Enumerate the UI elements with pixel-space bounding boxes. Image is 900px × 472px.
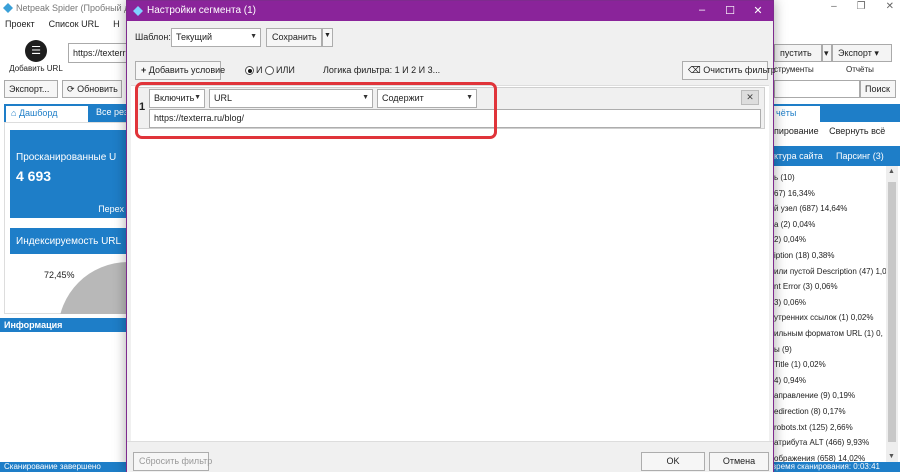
app-menu: Проект Список URL Н [0,16,120,32]
logic-or-label: ИЛИ [276,65,295,75]
logic-and-radio[interactable] [245,66,254,75]
save-dropdown[interactable]: ▼ [322,28,333,47]
tab-all-results[interactable]: Все рез [96,107,128,117]
template-label: Шаблон: [135,32,171,42]
issue-list-item[interactable]: ы (9) [774,342,886,358]
crawled-urls-card: Просканированные U 4 693 Перех [10,130,128,218]
tab-parsing[interactable]: Парсинг (3) [836,151,884,161]
issue-list-item[interactable]: ильным форматом URL (1) 0, [774,326,886,342]
refresh-icon: ⟳ [67,84,75,94]
add-url-button[interactable]: ☰ Добавить URL [8,40,64,73]
minimize-icon[interactable]: – [831,1,837,12]
crawled-urls-link[interactable]: Перех [98,204,124,214]
issue-list-item[interactable]: 2) 0,04% [774,232,886,248]
start-dropdown[interactable]: ▾ [822,44,832,62]
dialog-maximize-icon[interactable]: ☐ [723,4,737,17]
app-logo-icon [133,6,143,16]
add-condition-button[interactable]: + Добавить условие [135,61,225,80]
issue-list-item[interactable]: аправление (9) 0,19% [774,388,886,404]
pie-percent: 72,45% [44,270,75,280]
collapse-all-button[interactable]: Свернуть всё [829,126,885,136]
crawled-urls-label: Просканированные U [16,152,117,163]
reset-filter-button[interactable]: Сбросить фильтр [133,452,212,471]
app-logo-icon [3,3,13,13]
crawled-urls-value: 4 693 [16,168,52,184]
save-button[interactable]: Сохранить [266,28,322,47]
scroll-thumb[interactable] [888,182,896,442]
refresh-button[interactable]: ⟳ Обновить [62,80,122,98]
menu-project[interactable]: Проект [5,19,35,29]
issues-scrollbar[interactable]: ▲ ▼ [886,166,898,462]
indexability-label: Индексируемость URL [16,236,122,247]
tab-site-structure[interactable]: ктура сайта [774,151,823,161]
scroll-up-icon[interactable]: ▲ [888,168,895,175]
url-input[interactable]: https://texterr [68,43,128,63]
issue-list-item[interactable]: или пустой Description (47) 1,0 [774,264,886,280]
issue-list-item[interactable]: Title (1) 0,02% [774,357,886,373]
logic-or-radio[interactable] [265,66,274,75]
tab-reports[interactable]: чёты [774,106,820,122]
export-main-button[interactable]: Экспорт ▾ [832,44,892,62]
start-button[interactable]: пустить [774,44,822,62]
status-text: Сканирование завершено [4,462,101,471]
dialog-close-icon[interactable]: ✕ [751,4,765,17]
filter-logic-label: Логика фильтра: 1 И 2 И 3... [323,65,441,75]
issue-list-item[interactable]: edirection (8) 0,17% [774,404,886,420]
issue-list-item[interactable]: ь (10) [774,170,886,186]
right-subtabs: ктура сайта Парсинг (3) [774,146,900,166]
close-icon[interactable]: ✕ [886,1,894,12]
issue-list-item[interactable]: 3) 0,06% [774,295,886,311]
issue-list-item[interactable]: nt Error (3) 0,06% [774,279,886,295]
clear-filter-button[interactable]: ⌫ Очистить фильтр [682,61,776,80]
tab-dashboard[interactable]: ⌂ Дашборд [6,106,88,122]
dialog-title: Настройки сегмента (1) [147,5,257,16]
issue-list-item[interactable]: iption (18) 0,38% [774,248,886,264]
segment-settings-dialog: Настройки сегмента (1) – ☐ ✕ Шаблон: Тек… [126,0,776,472]
eraser-icon: ⌫ [688,65,701,75]
logic-and-label: И [256,65,263,75]
list-icon: ☰ [25,40,47,62]
issue-list-item[interactable]: 4) 0,94% [774,373,886,389]
scroll-down-icon[interactable]: ▼ [888,453,895,460]
restore-icon[interactable]: ❐ [857,1,866,12]
export-button[interactable]: Экспорт... [4,80,58,98]
status-time: время сканирования: 0:03:41 [771,462,880,471]
search-button[interactable]: Поиск [860,80,896,98]
right-panel-tabs: чёты [774,104,900,122]
left-tabs: ⌂ Дашборд Все рез [4,104,128,122]
indexability-card: Индексируемость URL [10,228,128,254]
app-title: Netpeak Spider (Пробный дост [16,3,144,13]
tools-label: струменты [774,65,814,74]
menu-more[interactable]: Н [113,19,120,29]
issue-list-item[interactable]: а (2) 0,04% [774,217,886,233]
issue-list-item[interactable]: robots.txt (125) 2,66% [774,420,886,436]
ok-button[interactable]: OK [641,452,705,471]
menu-url-list[interactable]: Список URL [49,19,99,29]
issue-list-item[interactable]: атрибута ALT (466) 9,93% [774,435,886,451]
issues-list: ь (10) 67) 16,34% й узел (687) 14,64% а (2)… [774,170,886,466]
cancel-button[interactable]: Отмена [709,452,769,471]
issue-list-item[interactable]: утренних ссылок (1) 0,02% [774,310,886,326]
search-field[interactable] [774,80,860,98]
home-icon: ⌂ [11,108,17,118]
template-select[interactable]: Текущий ▼ [171,28,261,47]
highlight-annotation [135,82,497,139]
issue-list-item[interactable]: 67) 16,34% [774,186,886,202]
plus-icon: + [141,65,147,75]
copy-button[interactable]: пирование [774,126,819,136]
dialog-minimize-icon[interactable]: – [695,4,709,16]
dialog-title-bar: Настройки сегмента (1) – ☐ ✕ [127,1,773,21]
add-url-label: Добавить URL [9,64,63,73]
app-window-controls: – ❐ ✕ [831,1,894,12]
info-panel-header: Информация [0,318,128,332]
right-panel-tools: пирование Свернуть всё [774,126,900,140]
remove-condition-icon[interactable]: ✕ [741,90,759,105]
issue-list-item[interactable]: й узел (687) 14,64% [774,201,886,217]
reports-label: Отчёты [846,65,874,74]
chevron-down-icon: ▼ [250,33,257,40]
